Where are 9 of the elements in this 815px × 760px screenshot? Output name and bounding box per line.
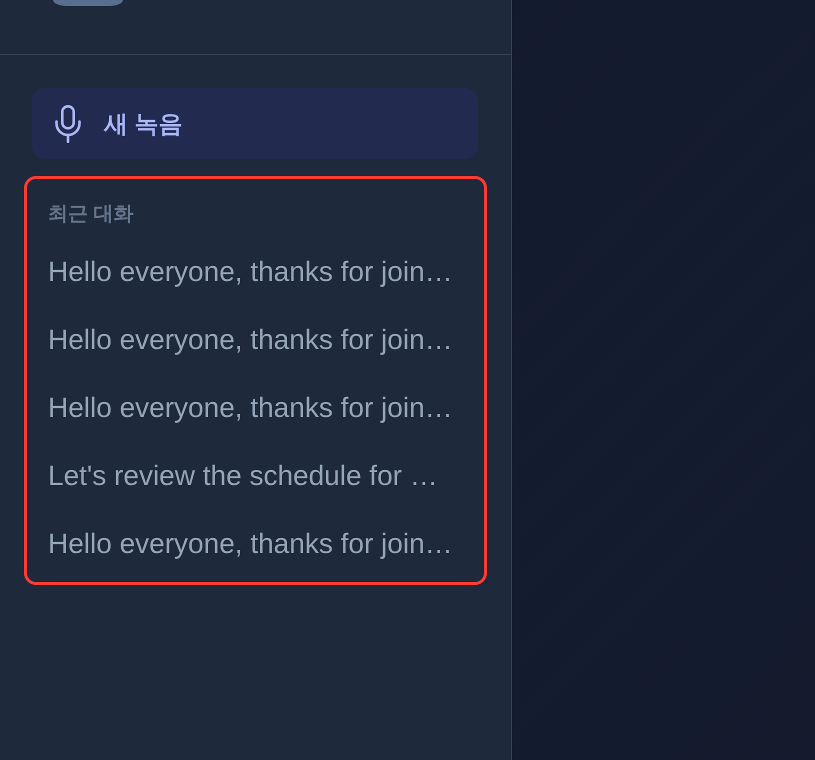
conversation-item[interactable]: Let's review the schedule for … <box>27 442 484 510</box>
microphone-icon <box>55 104 81 142</box>
conversation-item[interactable]: Hello everyone, thanks for join… <box>27 238 484 306</box>
conversation-item[interactable]: Hello everyone, thanks for join… <box>27 306 484 374</box>
recent-conversations-heading: 최근 대화 <box>48 202 134 227</box>
pill-edge <box>53 0 123 6</box>
new-recording-button[interactable]: 새 녹음 <box>32 88 478 159</box>
conversation-item[interactable]: Hello everyone, thanks for join… <box>27 374 484 442</box>
conversation-item[interactable]: Hello everyone, thanks for join… <box>27 510 484 578</box>
